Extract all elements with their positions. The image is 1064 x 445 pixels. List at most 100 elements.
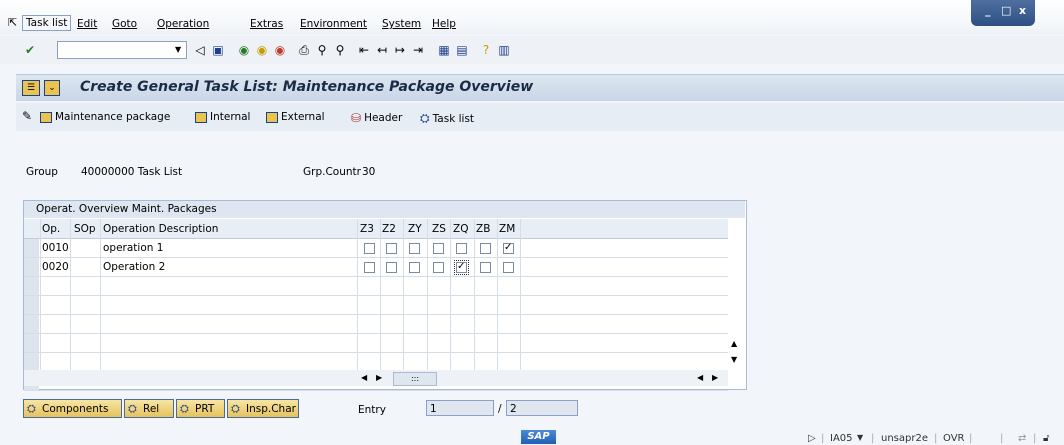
menu-edit[interactable]: Edit: [77, 18, 97, 30]
dropdown-icon[interactable]: ⌄: [44, 80, 60, 96]
task-list-button[interactable]: ⛭ Task list: [420, 111, 474, 126]
checkbox-zm[interactable]: [503, 262, 514, 273]
scroll-up-icon[interactable]: ▲: [731, 339, 737, 348]
grp-countr-label: Grp.Countr: [303, 166, 361, 178]
checkbox-zq[interactable]: [456, 243, 467, 254]
column-header-zq[interactable]: ZQ: [453, 223, 468, 235]
header-icon: ⛁: [351, 111, 362, 125]
menu-task-list[interactable]: Task list: [22, 15, 72, 31]
column-header-zb[interactable]: ZB: [476, 223, 490, 235]
entry-current-field[interactable]: 1: [426, 400, 494, 416]
minimize-button[interactable]: _: [985, 4, 991, 17]
header-button[interactable]: ⛁ Header: [351, 111, 402, 125]
checkbox-z2[interactable]: [386, 243, 397, 254]
exit-icon[interactable]: ◉: [254, 42, 270, 58]
column-header-z3[interactable]: Z3: [360, 223, 374, 235]
chevron-down-icon[interactable]: ▼: [857, 433, 863, 442]
previous-page-icon[interactable]: ↤: [374, 42, 390, 58]
shortcut-icon[interactable]: ▤: [454, 42, 470, 58]
horizontal-scroll-thumb[interactable]: :::: [393, 372, 437, 386]
status-divider: |: [1000, 433, 1004, 444]
scroll-down-icon[interactable]: ▼: [731, 355, 737, 364]
checkbox-zy[interactable]: [409, 262, 420, 273]
command-field[interactable]: [57, 41, 187, 59]
checkbox-zb[interactable]: [480, 262, 491, 273]
scroll-right-icon[interactable]: ▶: [376, 373, 382, 382]
last-page-icon[interactable]: ⇥: [410, 42, 426, 58]
column-header-zs[interactable]: ZS: [432, 223, 446, 235]
transaction-code[interactable]: IA05: [830, 433, 853, 444]
insp-char-button[interactable]: ⛭ Insp.Char: [227, 399, 299, 418]
external-button[interactable]: External: [266, 111, 325, 123]
cancel-icon[interactable]: ◉: [272, 42, 288, 58]
close-button[interactable]: x: [1019, 4, 1026, 17]
lock-icon: 🔓︎: [1043, 433, 1050, 444]
components-button[interactable]: ⛭ Components: [23, 399, 122, 418]
first-page-icon[interactable]: ⇤: [356, 42, 372, 58]
column-header-zm[interactable]: ZM: [499, 223, 515, 235]
status-divider: |: [1033, 433, 1037, 444]
maintenance-package-label: Maintenance package: [55, 111, 171, 123]
checkbox-z2[interactable]: [386, 262, 397, 273]
internal-label: Internal: [210, 111, 251, 123]
description-cell[interactable]: Operation 2: [103, 261, 165, 273]
checkbox-zs[interactable]: [433, 262, 444, 273]
external-label: External: [281, 111, 325, 123]
connection-icon: ⇄: [1018, 433, 1027, 444]
maintenance-package-button[interactable]: Maintenance package: [40, 111, 170, 123]
application-toolbar: [16, 103, 1064, 131]
find-icon[interactable]: ⚲: [314, 42, 330, 58]
prt-button[interactable]: ⛭ PRT: [176, 399, 225, 418]
status-expand-icon[interactable]: ▷: [808, 433, 816, 444]
menu-icon[interactable]: ⇱: [8, 16, 17, 29]
column-header-z2[interactable]: Z2: [382, 223, 396, 235]
entry-total-field: 2: [506, 400, 578, 416]
new-session-icon[interactable]: ▦: [436, 42, 452, 58]
entry-separator: /: [498, 403, 502, 415]
rel-button[interactable]: ⛭ Rel: [124, 399, 174, 418]
print-icon[interactable]: ⎙: [296, 42, 312, 58]
grid-line: [497, 219, 498, 370]
table-title: Operat. Overview Maint. Packages: [24, 201, 745, 218]
enter-icon[interactable]: ✔: [22, 42, 38, 58]
op-cell[interactable]: 0010: [42, 242, 69, 254]
checkbox-zb[interactable]: [480, 243, 491, 254]
column-header-description[interactable]: Operation Description: [103, 223, 218, 235]
column-header-zy[interactable]: ZY: [408, 223, 422, 235]
insp-char-label: Insp.Char: [246, 403, 296, 415]
chevron-down-icon[interactable]: ▼: [175, 45, 181, 54]
find-next-icon[interactable]: ⚲: [332, 42, 348, 58]
checkbox-zm[interactable]: [503, 243, 514, 254]
checkbox-z3[interactable]: [364, 243, 375, 254]
screen-menu-icon[interactable]: ☰: [22, 80, 40, 96]
layout-menu-icon[interactable]: ▥: [496, 42, 512, 58]
save-icon[interactable]: ▣: [210, 42, 226, 58]
internal-button[interactable]: Internal: [195, 111, 250, 123]
edit-pencil-icon[interactable]: ✎: [22, 109, 32, 123]
status-divider: |: [821, 433, 825, 444]
description-cell[interactable]: operation 1: [103, 242, 163, 254]
checkbox-zy[interactable]: [409, 243, 420, 254]
back-arrow-icon[interactable]: ◁: [192, 42, 208, 58]
task-list-label: Task list: [432, 112, 475, 125]
menu-goto[interactable]: Goto: [112, 18, 137, 30]
menu-extras[interactable]: Extras: [250, 18, 283, 30]
next-page-icon[interactable]: ↦: [392, 42, 408, 58]
insert-mode[interactable]: OVR: [943, 433, 964, 444]
column-header-sop[interactable]: SOp: [74, 223, 96, 235]
op-cell[interactable]: 0020: [42, 261, 69, 273]
menu-environment[interactable]: Environment: [300, 18, 367, 30]
checkbox-zq[interactable]: [454, 260, 469, 275]
scroll-left-icon-2[interactable]: ◀: [697, 373, 703, 382]
menu-operation[interactable]: Operation: [157, 18, 209, 30]
menu-help[interactable]: Help: [432, 18, 456, 30]
back-icon[interactable]: ◉: [236, 42, 252, 58]
checkbox-zs[interactable]: [433, 243, 444, 254]
menu-system[interactable]: System: [382, 18, 421, 30]
maximize-button[interactable]: □: [1001, 4, 1011, 17]
help-icon[interactable]: ?: [478, 42, 494, 58]
checkbox-z3[interactable]: [364, 262, 375, 273]
scroll-right-icon-2[interactable]: ▶: [712, 373, 718, 382]
scroll-left-icon[interactable]: ◀: [361, 373, 367, 382]
column-header-op[interactable]: Op.: [42, 223, 60, 235]
